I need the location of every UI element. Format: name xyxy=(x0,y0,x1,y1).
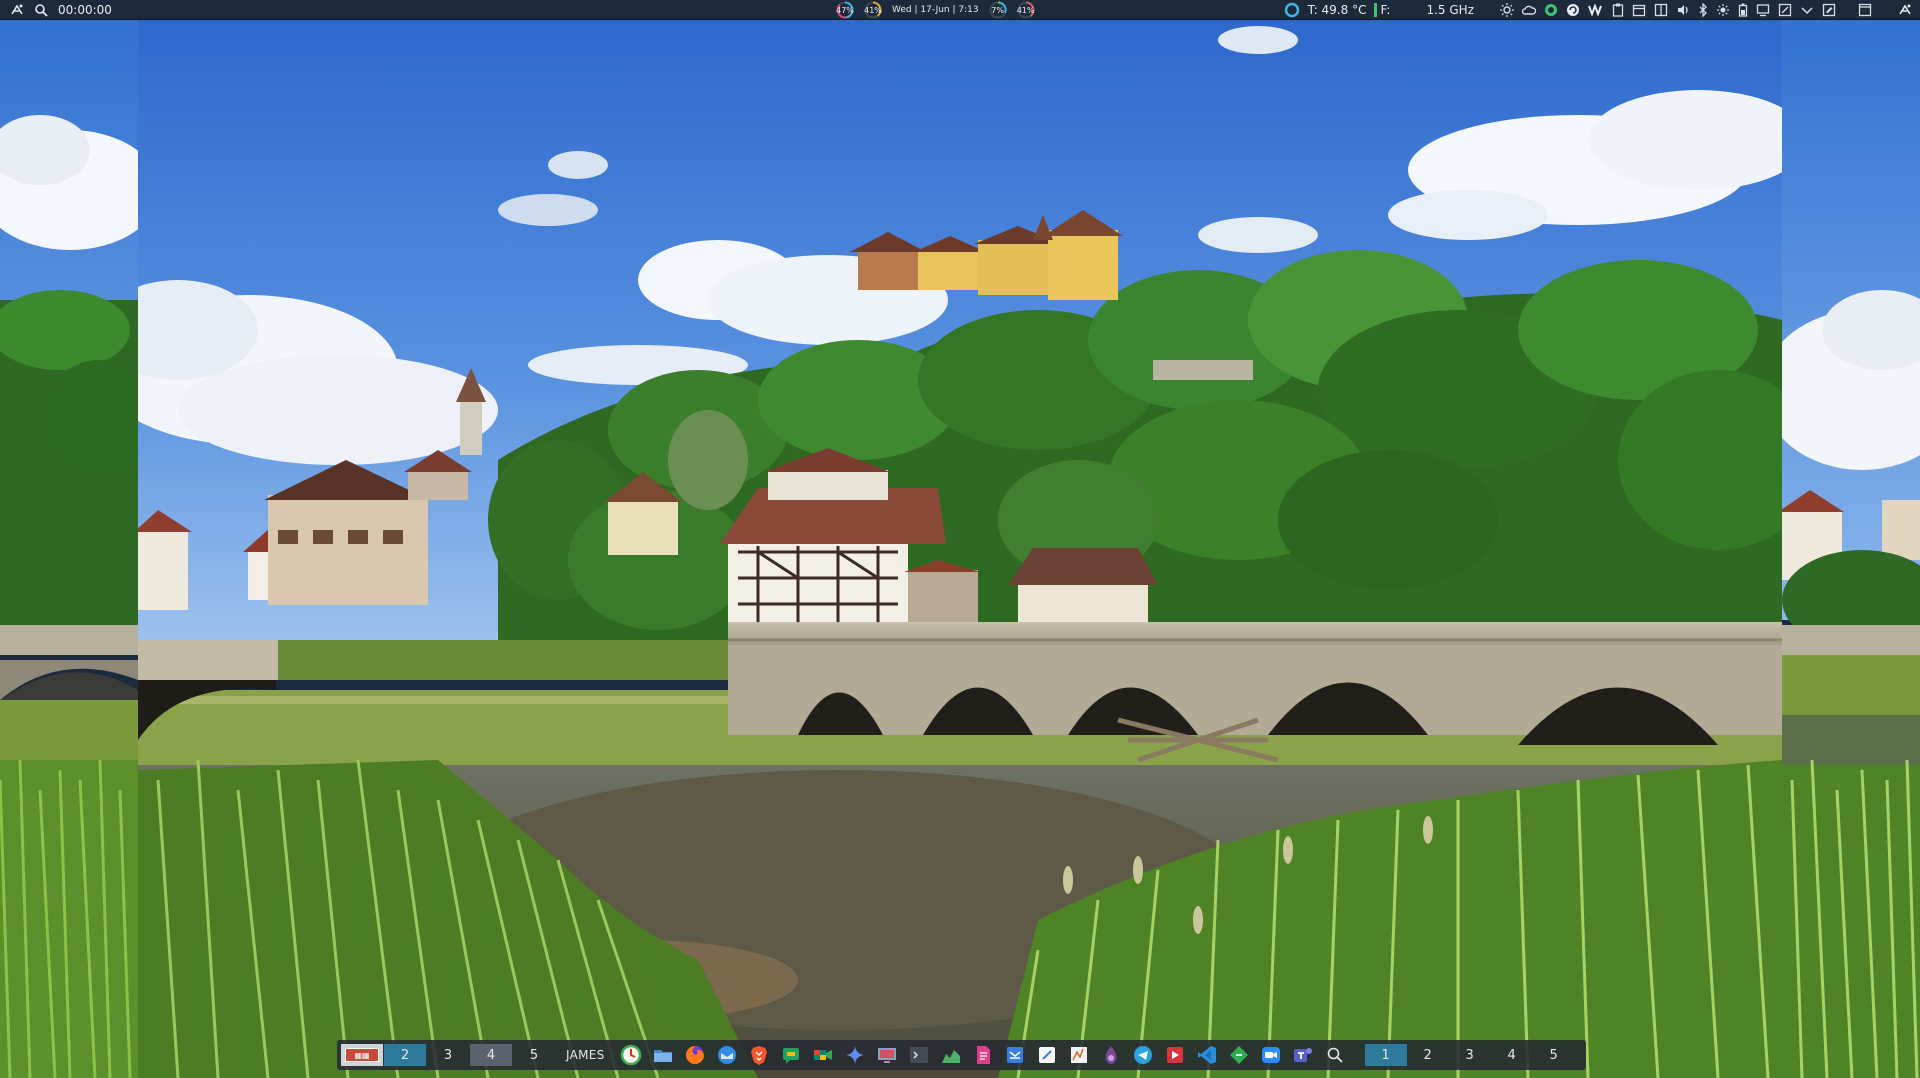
workspace-label: 5 xyxy=(1549,1047,1558,1063)
workspace-label: 2 xyxy=(400,1047,410,1063)
clock-date-text[interactable]: Wed | 17-Jun | 7:13 xyxy=(892,5,979,15)
workspace-label: 4 xyxy=(1507,1047,1516,1063)
activity-ring-icon[interactable] xyxy=(1284,2,1300,18)
firefox-icon[interactable] xyxy=(682,1042,708,1068)
fan-level-bar xyxy=(1374,3,1378,17)
search-icon[interactable] xyxy=(34,3,48,17)
workspace-label: 3 xyxy=(1465,1047,1474,1063)
mail-client-icon[interactable] xyxy=(1002,1042,1028,1068)
workspace-label: 5 xyxy=(529,1047,539,1063)
document-viewer-icon[interactable] xyxy=(1066,1042,1092,1068)
teams-icon[interactable] xyxy=(1290,1042,1316,1068)
workspace-switcher-5[interactable]: 5 xyxy=(1533,1044,1575,1066)
file-manager-icon[interactable] xyxy=(650,1042,676,1068)
tor-browser-icon[interactable] xyxy=(1098,1042,1124,1068)
workspace-label: 1 xyxy=(1381,1047,1390,1063)
memory-meter[interactable]: 41% xyxy=(864,1,882,19)
dock-username[interactable]: JAMES xyxy=(556,1048,615,1062)
fan-indicator[interactable]: F: xyxy=(1374,3,1390,17)
weather-sun-icon[interactable] xyxy=(1500,3,1514,17)
media-player-icon[interactable] xyxy=(1162,1042,1188,1068)
desktop-wallpaper xyxy=(0,0,1920,1078)
workspace-label: 3 xyxy=(443,1047,453,1063)
gemini-icon[interactable] xyxy=(842,1042,868,1068)
dock-panel: ▦▦ 2 3 4 5 JAMES 1 2 3 4 5 xyxy=(337,1040,1586,1070)
text-editor-icon[interactable] xyxy=(1034,1042,1060,1068)
cpu-meter[interactable]: 47% xyxy=(836,1,854,19)
screenshot-icon[interactable] xyxy=(1778,3,1792,17)
search-icon[interactable] xyxy=(1322,1042,1348,1068)
chevron-down-icon[interactable] xyxy=(1800,3,1814,17)
show-desktop-icon[interactable] xyxy=(1858,3,1872,17)
swap-meter[interactable]: 41% xyxy=(1017,1,1035,19)
cpu-meter-label: 47% xyxy=(836,5,854,15)
disk-meter-label: 7% xyxy=(991,5,1004,15)
clock-app-icon[interactable] xyxy=(618,1042,644,1068)
workspace-switcher-2[interactable]: 2 xyxy=(1407,1044,1449,1066)
vscode-icon[interactable] xyxy=(1194,1042,1220,1068)
top-panel-left: 00:00:00 xyxy=(10,0,112,20)
timer-text[interactable]: 00:00:00 xyxy=(58,3,112,17)
workspace-switcher-4[interactable]: 4 xyxy=(1491,1044,1533,1066)
pdf-reader-icon[interactable] xyxy=(970,1042,996,1068)
top-panel-right: T: 49.8 °C F: 1.5 GHz xyxy=(1284,0,1912,20)
workspace-switcher-1[interactable]: 1 xyxy=(1364,1044,1407,1066)
cpu-temperature[interactable]: T: 49.8 °C xyxy=(1308,3,1367,17)
remote-desktop-icon[interactable] xyxy=(874,1042,900,1068)
clipboard-icon[interactable] xyxy=(1612,3,1624,17)
update-icon[interactable] xyxy=(1566,3,1580,17)
terminal-icon[interactable] xyxy=(906,1042,932,1068)
cpu-frequency[interactable]: 1.5 GHz xyxy=(1426,3,1474,17)
google-chat-icon[interactable] xyxy=(778,1042,804,1068)
workspace-button-1[interactable]: ▦▦ xyxy=(341,1044,383,1066)
zoom-icon[interactable] xyxy=(1258,1042,1284,1068)
notes-icon[interactable] xyxy=(1822,3,1836,17)
brave-icon[interactable] xyxy=(746,1042,772,1068)
cloud-icon[interactable] xyxy=(1522,3,1536,17)
fan-label: F: xyxy=(1380,3,1391,17)
display-icon[interactable] xyxy=(1756,3,1770,17)
workspace-button-2[interactable]: 2 xyxy=(384,1044,426,1066)
telegram-icon[interactable] xyxy=(1130,1042,1156,1068)
wallpaper-right-strip xyxy=(1782,0,1920,1078)
window-layout-icon[interactable] xyxy=(1654,3,1668,17)
workspace-button-3[interactable]: 3 xyxy=(427,1044,469,1066)
workspace-button-4[interactable]: 4 xyxy=(470,1044,512,1066)
swap-meter-label: 41% xyxy=(1016,5,1035,15)
wallpaper-main-photo xyxy=(138,0,1782,1078)
workspace-label: 2 xyxy=(1423,1047,1432,1063)
vpn-icon[interactable] xyxy=(1588,4,1604,16)
calendar-icon[interactable] xyxy=(1632,3,1646,17)
top-panel-center: 47% 41% Wed | 17-Jun | 7:13 7% 41% xyxy=(836,0,1035,20)
workspace-label: 4 xyxy=(486,1047,496,1063)
app-launcher-icon[interactable] xyxy=(10,3,24,17)
workspace-thumbnail: ▦▦ xyxy=(345,1048,379,1062)
workspace-button-5[interactable]: 5 xyxy=(513,1044,555,1066)
battery-icon[interactable] xyxy=(1738,3,1748,17)
thunderbird-icon[interactable] xyxy=(714,1042,740,1068)
wallpaper-left-strip xyxy=(0,0,138,1078)
bluetooth-icon[interactable] xyxy=(1698,3,1708,17)
volume-icon[interactable] xyxy=(1676,3,1690,17)
google-meet-icon[interactable] xyxy=(810,1042,836,1068)
sync-status-icon[interactable] xyxy=(1544,3,1558,17)
brightness-icon[interactable] xyxy=(1716,3,1730,17)
session-menu-icon[interactable] xyxy=(1898,3,1912,17)
git-client-icon[interactable] xyxy=(1226,1042,1252,1068)
system-monitor-icon[interactable] xyxy=(938,1042,964,1068)
memory-meter-label: 41% xyxy=(864,5,882,15)
disk-meter[interactable]: 7% xyxy=(989,1,1007,19)
workspace-switcher-3[interactable]: 3 xyxy=(1449,1044,1491,1066)
top-panel: 00:00:00 47% 41% Wed | 17-Jun | 7:13 7% … xyxy=(0,0,1920,20)
